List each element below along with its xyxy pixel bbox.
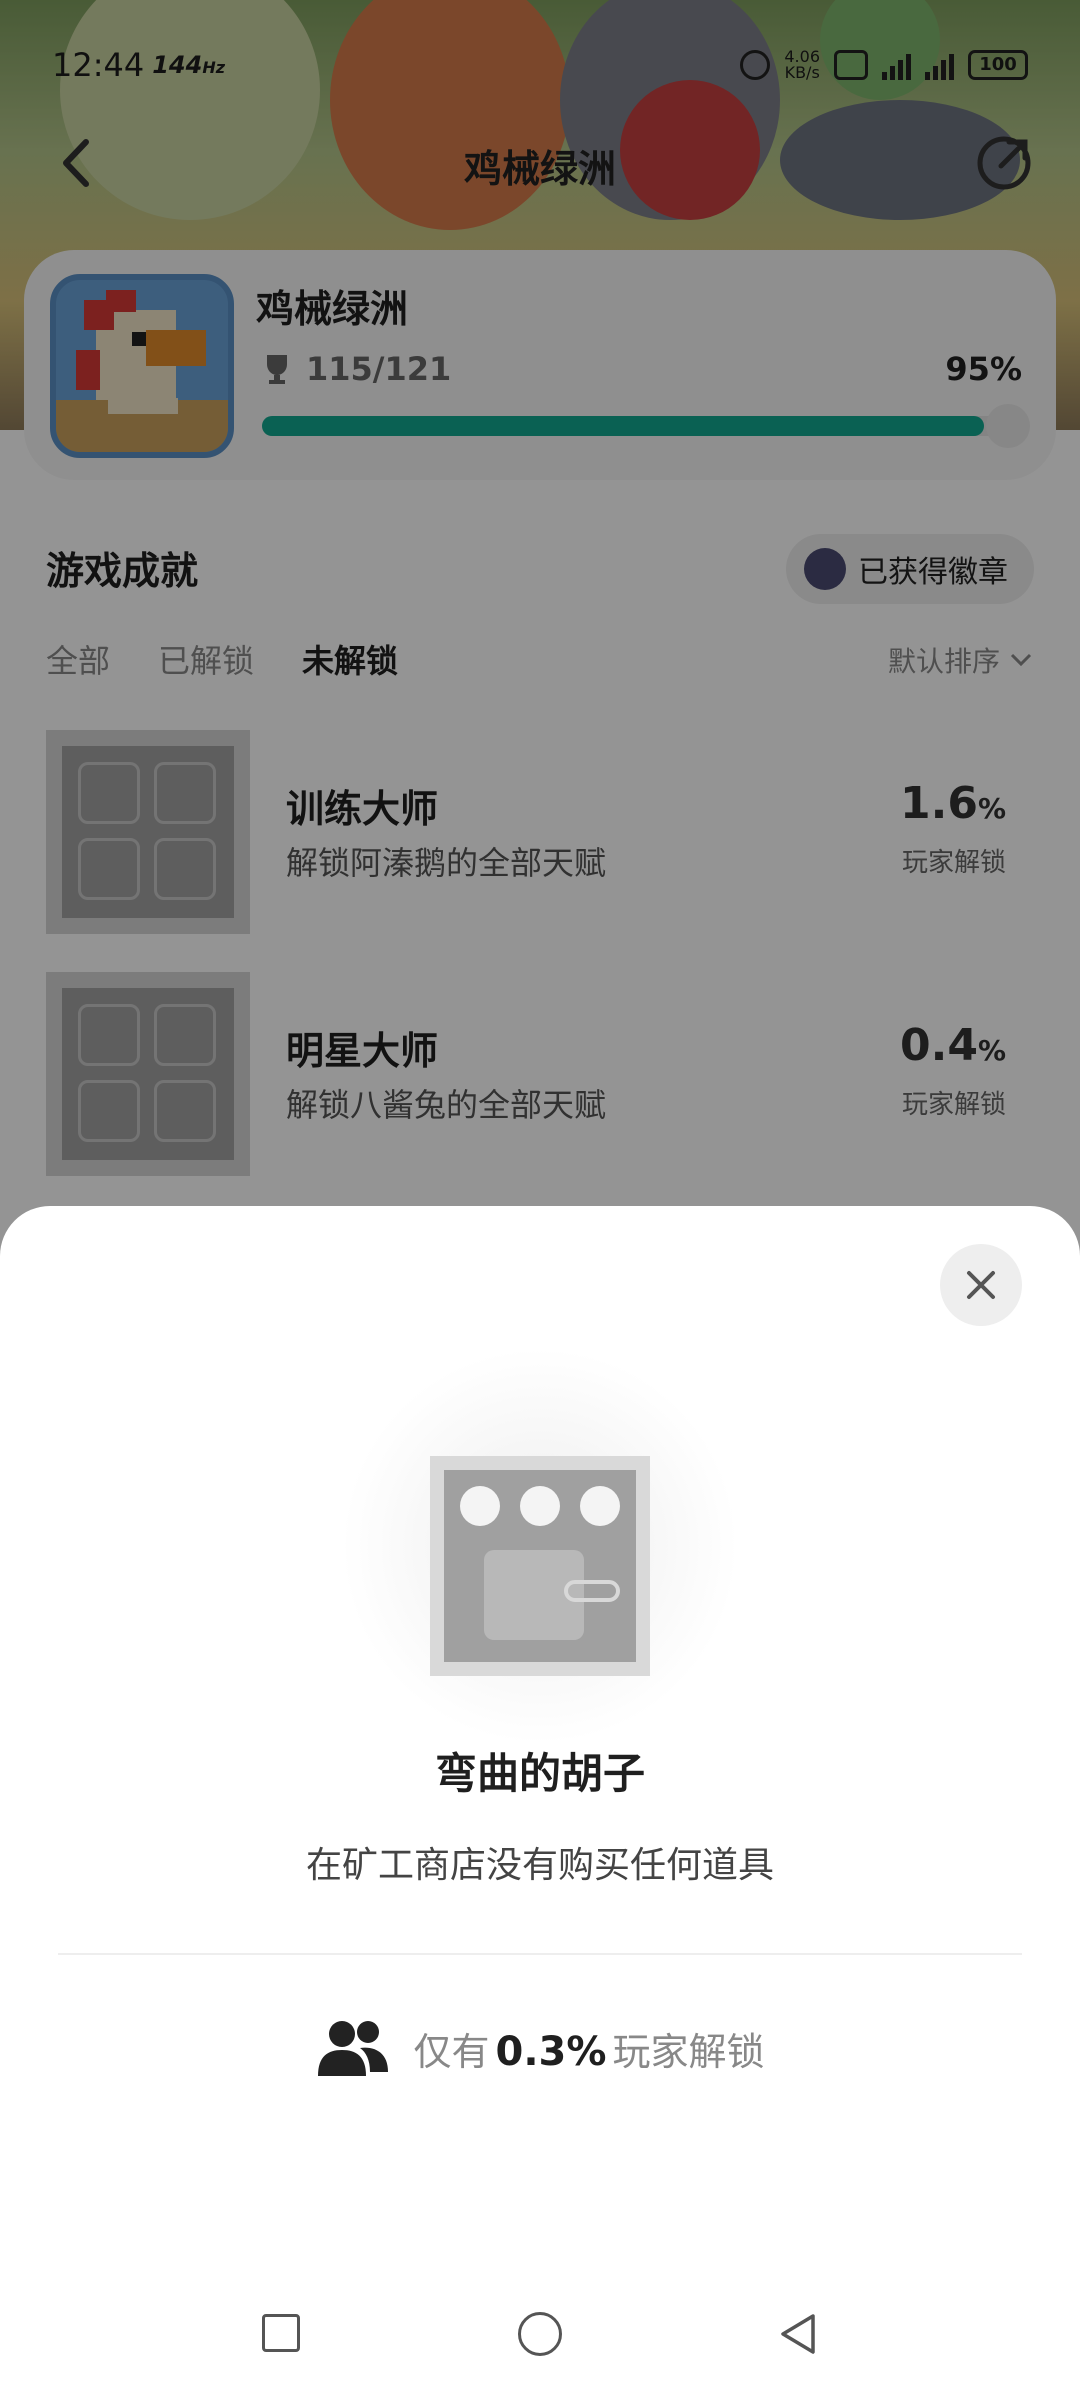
close-button[interactable]: [940, 1244, 1022, 1326]
back-triangle-icon[interactable]: [775, 2310, 823, 2358]
badge-title: 弯曲的胡子: [434, 1749, 645, 1798]
users-icon: [317, 2021, 388, 2076]
system-navigation: [0, 2300, 1080, 2360]
badge-description: 在矿工商店没有购买任何道具: [305, 1845, 774, 1886]
close-icon: [967, 1271, 995, 1299]
stat-text: 仅有 0.3% 玩家解锁: [413, 2028, 765, 2075]
stat-value: 0.3%: [495, 2028, 607, 2075]
recent-apps-button[interactable]: [262, 2314, 300, 2352]
unlock-stat: 仅有 0.3% 玩家解锁: [0, 2018, 1080, 2078]
badge-image: [430, 1456, 650, 1676]
divider: [58, 1953, 1022, 1955]
home-button[interactable]: [518, 2312, 562, 2356]
achievement-detail-sheet: 弯曲的胡子 在矿工商店没有购买任何道具 仅有 0.3% 玩家解锁: [0, 1206, 1080, 2387]
